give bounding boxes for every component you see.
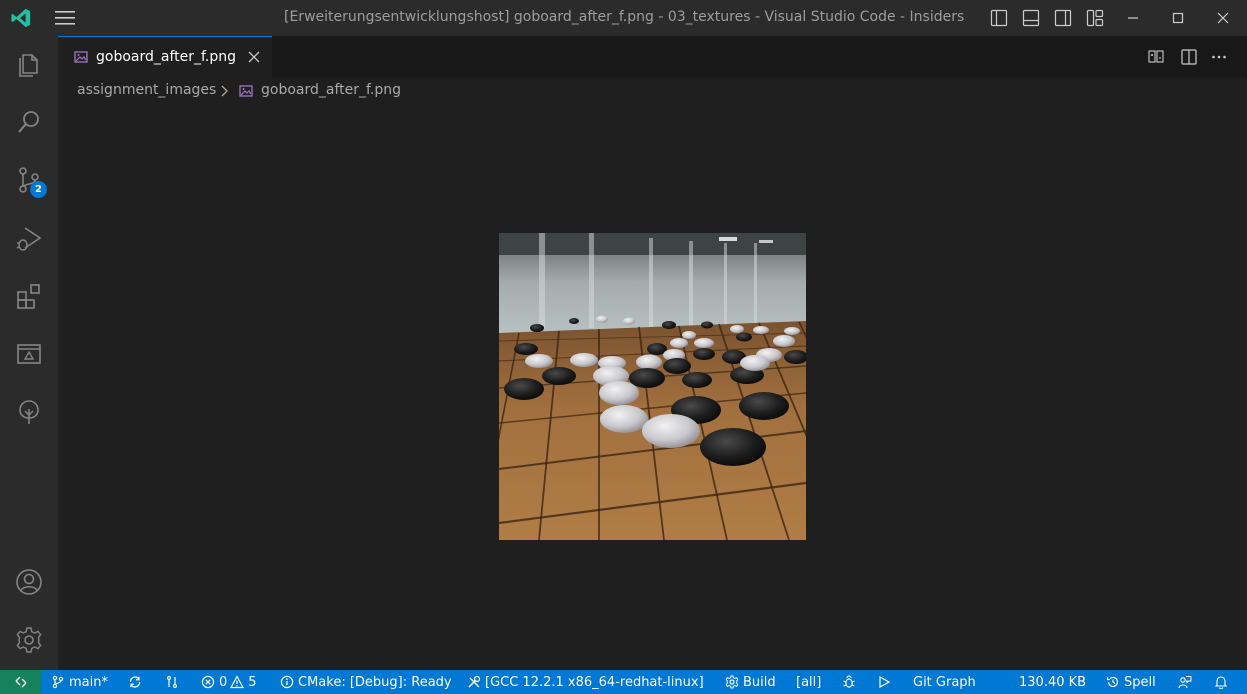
kit-label: [GCC 12.2.1 x86_64-redhat-linux] [485,674,704,690]
notifications-button[interactable] [1214,670,1232,694]
run-button[interactable] [877,670,895,694]
image-size-indicator: 130.40 KB [1019,670,1086,694]
tab-goboard-after-f[interactable]: goboard_after_f.png [58,36,272,78]
vscode-insiders-logo [11,8,31,28]
error-icon [201,675,215,689]
remote-indicator[interactable] [0,670,41,694]
explorer-button[interactable] [0,38,58,90]
accounts-button[interactable] [0,556,58,608]
remote-explorer-icon [17,344,41,364]
error-count: 0 [219,674,228,690]
open-changes-icon[interactable] [1147,48,1165,66]
debug-button[interactable] [842,670,860,694]
branch-name: main* [69,674,108,690]
run-debug-button[interactable] [0,212,58,264]
info-icon [280,675,294,689]
warning-icon [230,675,245,689]
tab-label: goboard_after_f.png [96,49,237,65]
gear-icon [725,675,739,689]
hamburger-menu-icon[interactable] [55,10,75,26]
status-bar: main* 0 5 CMake: [Debug]: Ready [GCC 12.… [0,670,1247,694]
cmake-status-label: CMake: [Debug]: Ready [298,674,452,690]
cmake-kit-selector[interactable]: [GCC 12.2.1 x86_64-redhat-linux] [467,670,704,694]
title-bar: [Erweiterungsentwicklungshost] goboard_a… [0,0,1247,36]
manage-button[interactable] [0,614,58,666]
git-branch-icon [52,675,64,689]
feedback-button[interactable] [1178,670,1196,694]
source-control-badge: 2 [30,181,47,198]
tools-icon [468,675,481,688]
gear-icon [16,627,42,653]
history-icon [1106,676,1119,688]
source-control-button[interactable]: 2 [0,154,58,206]
warning-count: 5 [248,674,257,690]
toggle-panel-icon[interactable] [1022,9,1040,27]
extensions-icon [17,284,40,309]
build-target-label: [all] [796,674,822,690]
more-actions-icon[interactable] [1210,48,1228,66]
toggle-secondary-sidebar-icon[interactable] [1054,9,1072,27]
activity-bar: 2 [0,36,58,670]
remote-icon [15,676,26,688]
customize-layout-icon[interactable] [1086,9,1104,27]
image-file-icon [74,51,88,63]
editor-tab-bar: goboard_after_f.png [58,36,1247,78]
minimize-window-icon[interactable] [1124,9,1142,27]
search-icon [18,111,39,133]
image-preview-editor [58,104,1247,670]
bug-icon [843,675,855,688]
breadcrumb-folder[interactable]: assignment_images [77,82,216,98]
git-graph-label: Git Graph [913,674,976,690]
build-label: Build [743,674,776,690]
files-icon [19,54,38,77]
breadcrumb: assignment_images goboard_after_f.png [58,78,1247,104]
feedback-icon [1178,676,1192,689]
tree-icon [19,400,39,424]
split-editor-icon[interactable] [1180,48,1198,66]
git-graph-button[interactable]: Git Graph [913,670,976,694]
cmake-build-button[interactable]: Build [725,670,776,694]
testing-button[interactable] [0,386,58,438]
file-size-label: 130.40 KB [1019,674,1087,690]
sync-icon [129,676,141,688]
close-tab-icon[interactable] [247,50,261,64]
window-title: [Erweiterungsentwicklungshost] goboard_a… [284,9,965,25]
remote-explorer-button[interactable] [0,328,58,380]
git-compare-icon [166,675,178,689]
account-icon [16,569,42,595]
toggle-primary-sidebar-icon[interactable] [990,9,1008,27]
spell-checker-button[interactable]: Spell [1106,670,1156,694]
spell-label: Spell [1124,674,1156,690]
image-file-icon [239,85,253,97]
bell-icon [1214,676,1228,689]
close-window-icon[interactable] [1214,9,1232,27]
breadcrumb-file[interactable]: goboard_after_f.png [261,82,401,98]
search-button[interactable] [0,96,58,148]
branch-indicator[interactable]: main* [51,670,108,694]
git-graph-branch-button[interactable] [165,670,183,694]
go-board-render-image [499,233,806,540]
maximize-window-icon[interactable] [1169,9,1187,27]
play-icon [879,675,891,689]
problems-indicator[interactable]: 0 5 [201,670,257,694]
extensions-button[interactable] [0,270,58,322]
cmake-status[interactable]: CMake: [Debug]: Ready [280,670,452,694]
chevron-right-icon [221,85,228,97]
build-target-selector[interactable]: [all] [796,670,821,694]
sync-button[interactable] [128,670,146,694]
run-debug-icon [16,227,42,251]
